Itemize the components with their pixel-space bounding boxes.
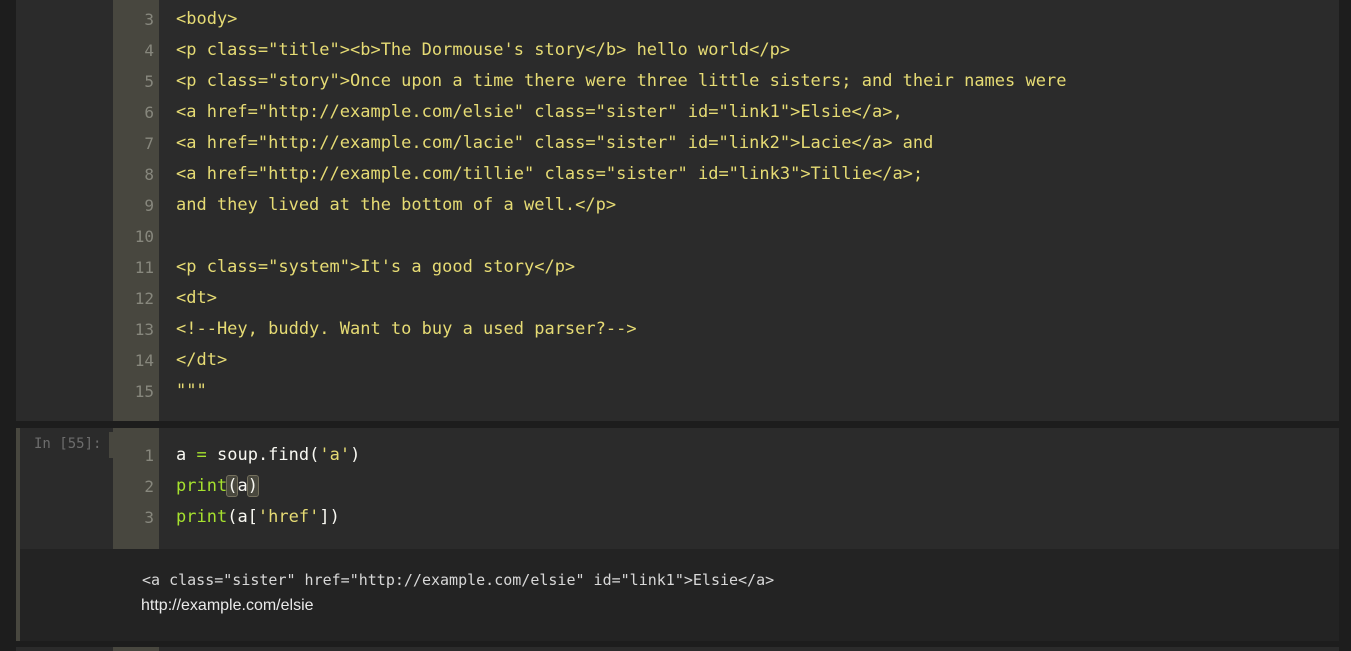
code-line: <dt> xyxy=(176,288,217,308)
line-number: 6 xyxy=(144,103,154,122)
line-number: 10 xyxy=(134,227,154,246)
line-number: 7 xyxy=(144,134,154,153)
line-number: 1 xyxy=(144,446,154,465)
code-line: <body> xyxy=(176,9,238,29)
code-line: </dt> xyxy=(176,350,228,370)
code-line[interactable]: print(a['href']) xyxy=(176,502,340,533)
line-number: 9 xyxy=(144,196,154,215)
line-number: 3 xyxy=(144,10,154,29)
line-number: 11 xyxy=(134,258,154,277)
code-line: <a href="http://example.com/tillie" clas… xyxy=(176,164,924,184)
line-number: 13 xyxy=(134,320,154,339)
code-line[interactable]: a = soup.find('a') xyxy=(176,440,360,471)
code-line: <p class="story">Once upon a time there … xyxy=(176,71,1067,91)
code-cell-previous[interactable]: 3 <body> 4 <p class="title"><b>The Dormo… xyxy=(16,0,1339,421)
line-number: 3 xyxy=(144,508,154,527)
code-token-variable: a xyxy=(237,476,248,496)
code-line: <a href="http://example.com/elsie" class… xyxy=(176,102,903,122)
output-line: http://example.com/elsie xyxy=(141,597,314,614)
cell-output: <a class="sister" href="http://example.c… xyxy=(16,549,1339,641)
code-line: <!--Hey, buddy. Want to buy a used parse… xyxy=(176,319,637,339)
code-line[interactable]: print(a) xyxy=(176,471,259,502)
code-line: """ xyxy=(176,381,207,401)
code-token-operator: = xyxy=(196,445,207,465)
code-cell-current[interactable]: In [55]: 1 a = soup.find('a') 2 print(a)… xyxy=(16,428,1339,549)
notebook: 3 <body> 4 <p class="title"><b>The Dormo… xyxy=(0,0,1351,651)
code-token-variable: a[ xyxy=(237,507,258,527)
code-line: <p class="title"><b>The Dormouse's story… xyxy=(176,40,791,60)
code-token-paren: ]) xyxy=(319,507,340,527)
line-number: 8 xyxy=(144,165,154,184)
code-token-builtin: print xyxy=(176,476,228,496)
code-line: <a href="http://example.com/lacie" class… xyxy=(176,133,934,153)
code-token-variable: a xyxy=(176,445,187,465)
cell-selection-rail xyxy=(16,428,20,549)
output-line: <a class="sister" href="http://example.c… xyxy=(142,571,775,589)
code-cell-next[interactable] xyxy=(16,647,1339,651)
code-token-paren: ) xyxy=(350,445,361,465)
code-line: <p class="system">It's a good story</p> xyxy=(176,257,576,277)
bracket-match-highlight: ) xyxy=(246,475,259,497)
line-number: 12 xyxy=(134,289,154,308)
line-number: 5 xyxy=(144,72,154,91)
line-number-gutter xyxy=(113,647,159,651)
code-token-paren: ( xyxy=(227,507,238,527)
output-rail xyxy=(16,549,20,641)
line-number: 14 xyxy=(134,351,154,370)
code-token-builtin: print xyxy=(176,507,228,527)
line-number: 2 xyxy=(144,477,154,496)
bracket-match-highlight: ( xyxy=(226,475,239,497)
input-prompt: In [55]: xyxy=(34,436,102,452)
code-token-call: soup.find( xyxy=(217,445,320,465)
line-number: 15 xyxy=(134,382,154,401)
line-number: 4 xyxy=(144,41,154,60)
code-line: and they lived at the bottom of a well.<… xyxy=(176,195,617,215)
code-token-string: 'a' xyxy=(319,445,351,465)
code-token-string: 'href' xyxy=(257,507,320,527)
